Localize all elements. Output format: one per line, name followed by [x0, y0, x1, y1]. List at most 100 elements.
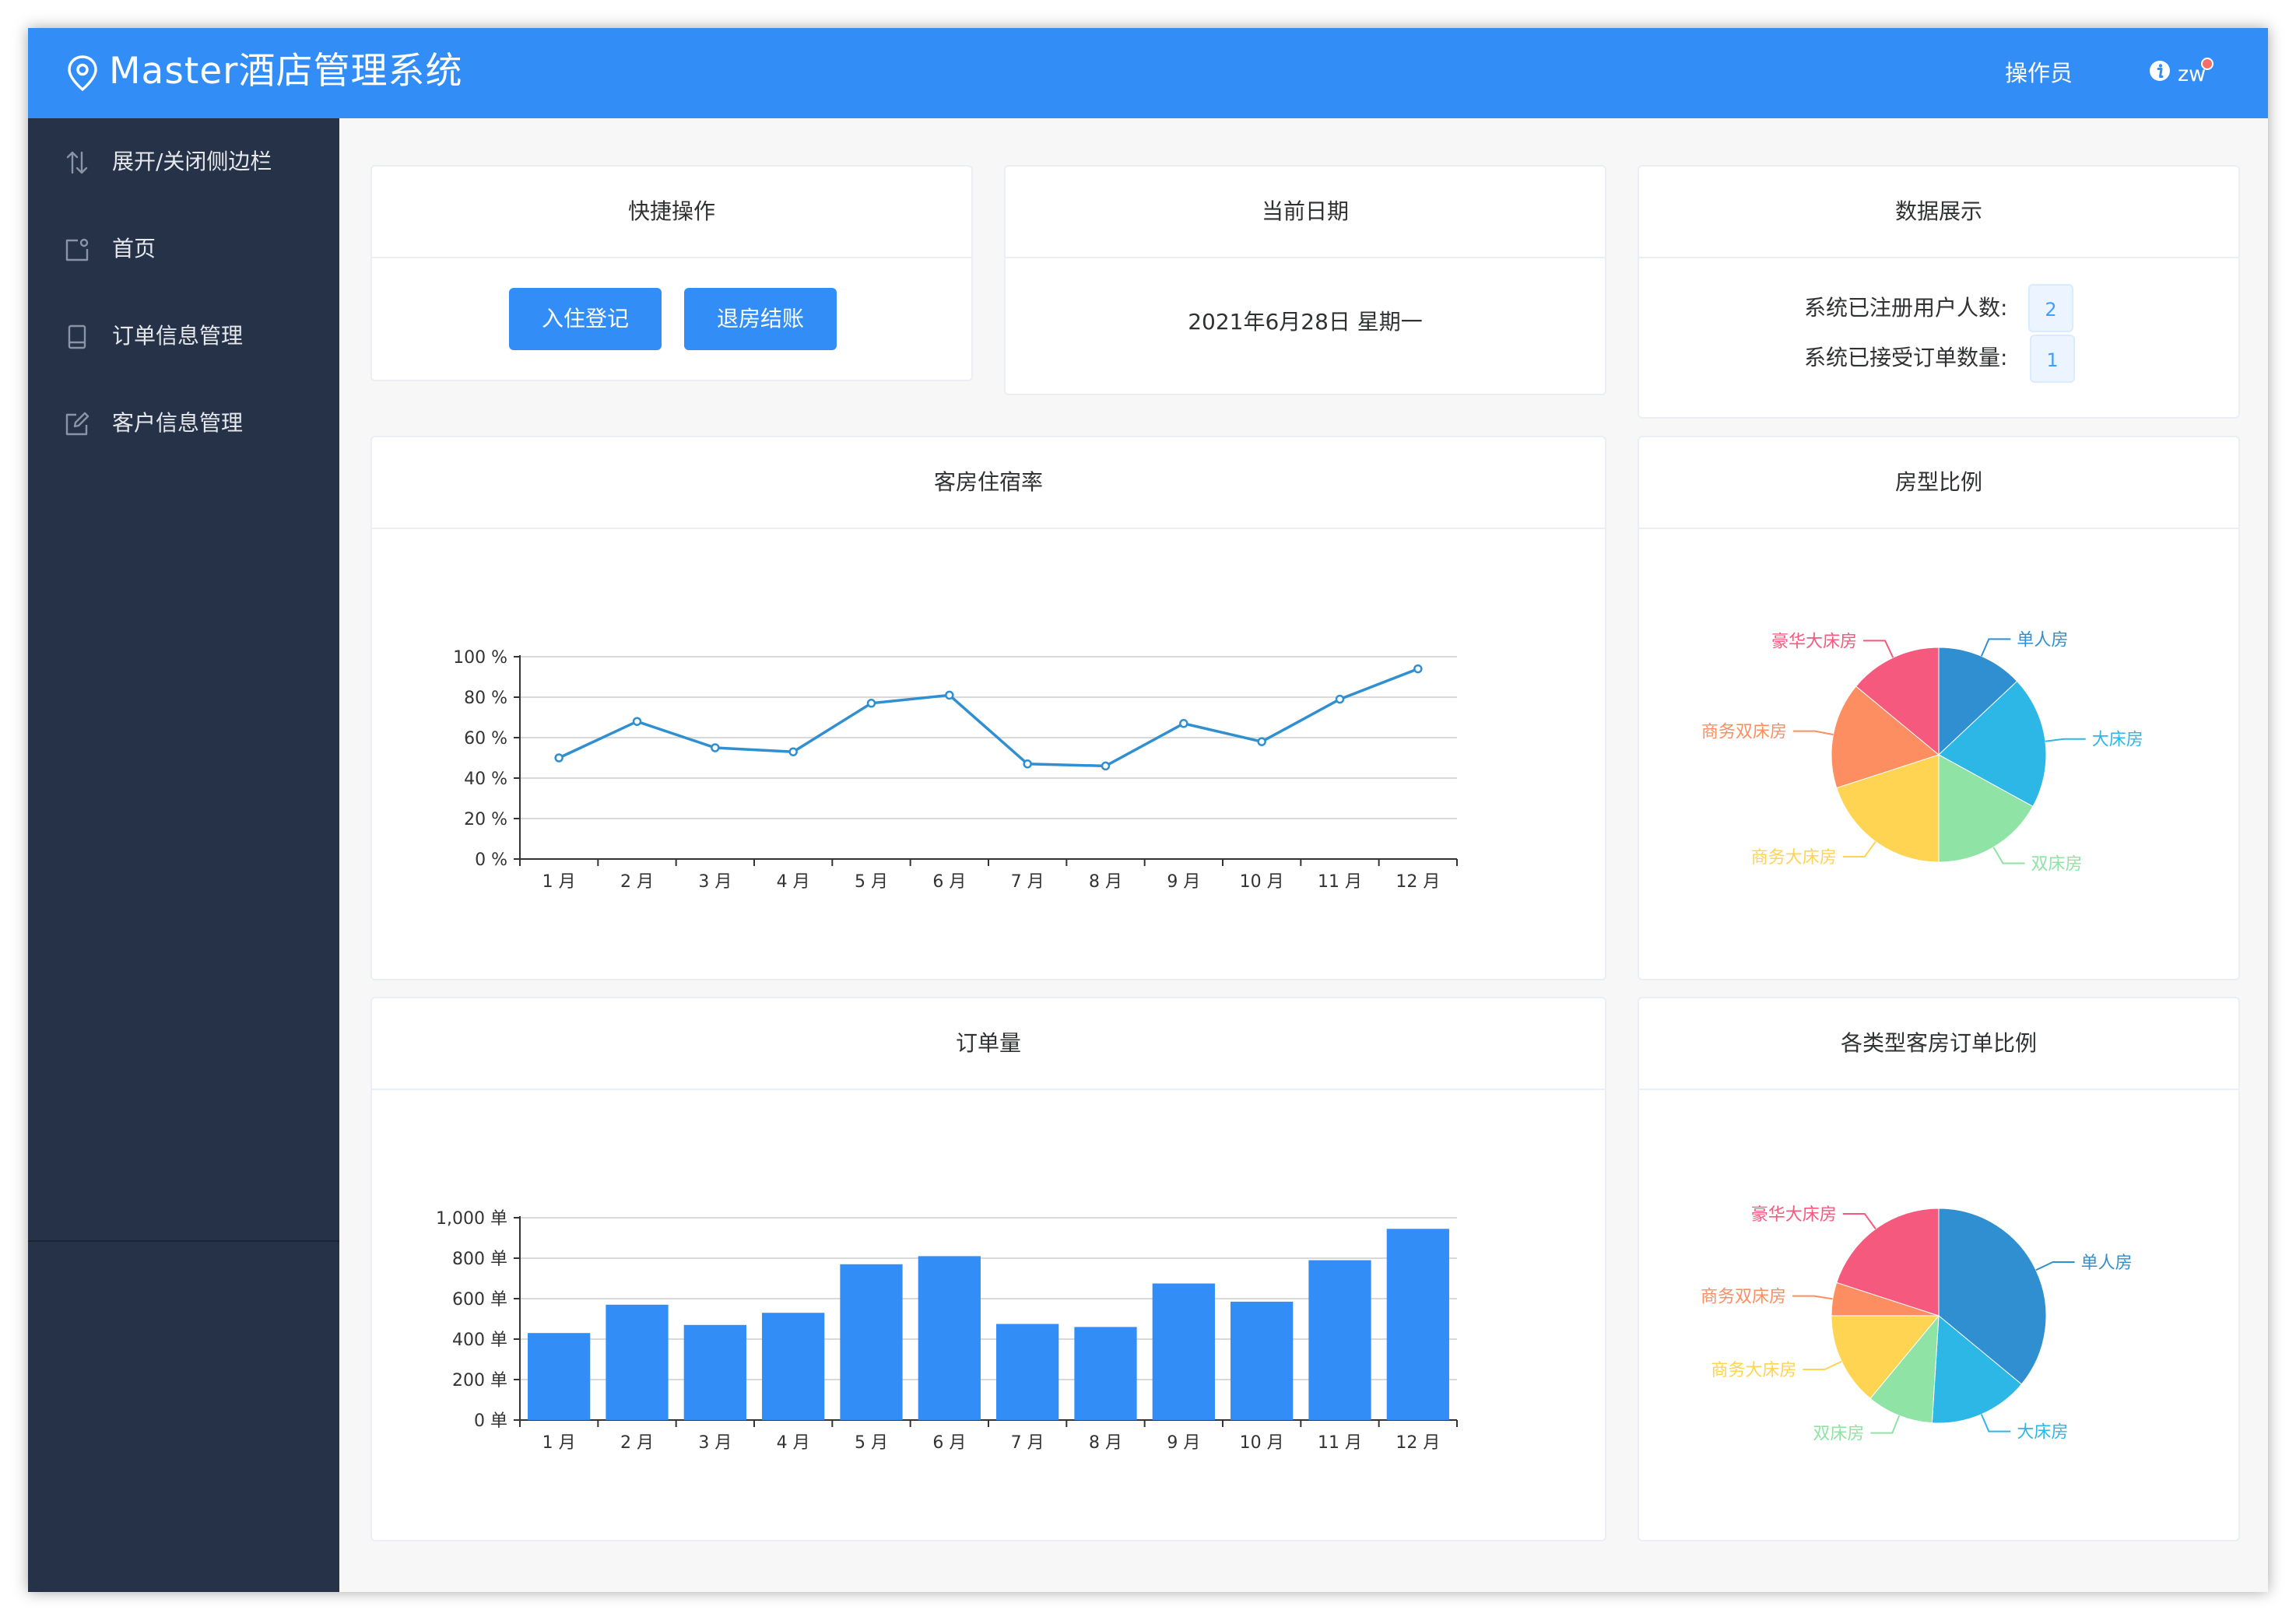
pie-label: 豪华大床房 — [1751, 1205, 1837, 1225]
pie-label-line — [1980, 638, 2011, 657]
x-tick-label: 9 月 — [1167, 872, 1200, 892]
pie-label: 单人房 — [2017, 630, 2068, 650]
y-tick-label: 60 % — [464, 729, 507, 749]
y-tick-label: 0 % — [475, 850, 507, 870]
sidebar-item-home[interactable]: 首页 — [28, 205, 339, 293]
sidebar-item-label: 首页 — [112, 236, 156, 261]
x-tick-label: 2 月 — [620, 872, 654, 892]
sidebar-item-label: 订单信息管理 — [112, 323, 244, 349]
orders-by-room-pie-chart: 单人房大床房 双床房 商务大床房 商务双床房 豪华大床房 — [1701, 1205, 2133, 1444]
card-title: 房型比例 — [1639, 437, 2238, 529]
sidebar-item-orders[interactable]: 订单信息管理 — [28, 293, 339, 380]
info-icon[interactable] — [2148, 59, 2171, 82]
room-type-pie-chart: 单人房大床房双床房 商务大床房 商务双床房 豪华大床房 — [1701, 630, 2143, 874]
pie-label: 大床房 — [2092, 731, 2143, 750]
pie-label-line — [1842, 1212, 1876, 1229]
pie-label: 豪华大床房 — [1771, 632, 1857, 651]
occupancy-line-chart: 0 % 20 % 40 % 60 % 80 % 100 % 1 月 2 月 3 月 4 月 5 月 6… — [453, 648, 1458, 892]
pie-label-line — [1792, 730, 1834, 736]
sidebar-item-label: 客户信息管理 — [112, 410, 244, 436]
x-tick-label: 4 月 — [777, 1433, 810, 1453]
x-tick-label: 8 月 — [1089, 1433, 1122, 1453]
pie-label-line — [2035, 1261, 2075, 1271]
x-tick-label: 5 月 — [855, 1433, 888, 1453]
orders-by-room-pie-card: 各类型客房订单比例 单人房 大床房 双床房 商务大床房 商务双床房 豪华大床房 — [1638, 997, 2240, 1541]
bar — [1231, 1301, 1294, 1420]
home-page-icon — [65, 238, 89, 261]
pie-label-line — [1803, 1360, 1842, 1370]
checkout-button[interactable]: 退房结账 — [684, 288, 837, 350]
data-point — [788, 747, 798, 756]
y-tick-label: 20 % — [464, 810, 507, 829]
y-tick-label: 100 % — [453, 648, 507, 668]
registered-users-label: 系统已注册用户人数: — [1804, 295, 2008, 321]
card-title: 快捷操作 — [372, 167, 971, 258]
sidebar-item-toggle[interactable]: 展开/关闭侧边栏 — [28, 118, 339, 205]
top-navbar: Master酒店管理系统 操作员 zw — [28, 28, 2268, 118]
data-point — [632, 717, 642, 726]
sidebar-item-label: 展开/关闭侧边栏 — [112, 149, 272, 174]
bar — [683, 1324, 746, 1420]
bar — [528, 1333, 591, 1420]
bar — [1152, 1283, 1215, 1420]
data-point — [554, 753, 563, 763]
data-point — [1179, 719, 1188, 728]
card-title: 客房住宿率 — [372, 437, 1605, 529]
sidebar-item-customers[interactable]: 客户信息管理 — [28, 380, 339, 467]
x-tick-label: 8 月 — [1089, 872, 1122, 892]
pie-label: 商务大床房 — [1751, 848, 1837, 868]
bar — [918, 1256, 981, 1420]
pie-label-line — [1842, 841, 1876, 858]
y-tick-label: 200 单 — [452, 1371, 507, 1390]
app-window: Master酒店管理系统 操作员 zw 展开/关闭侧边栏 首页 订单信息管理 客… — [28, 28, 2268, 1592]
series-line — [558, 667, 1419, 768]
x-tick-label: 1 月 — [542, 1433, 576, 1453]
x-tick-label: 7 月 — [1011, 1433, 1044, 1453]
bar — [840, 1264, 903, 1420]
data-point — [711, 743, 720, 752]
y-tick-label: 400 单 — [452, 1331, 507, 1350]
y-tick-label: 40 % — [464, 770, 507, 789]
x-tick-label: 10 月 — [1240, 1433, 1284, 1453]
pie-label: 大床房 — [2017, 1423, 2068, 1443]
bar — [1074, 1327, 1137, 1420]
pie-label-line — [2045, 738, 2086, 742]
pie-label-line — [1870, 1415, 1901, 1434]
pie-label-line — [1792, 1295, 1833, 1300]
bar — [762, 1313, 825, 1420]
x-tick-label: 12 月 — [1396, 1433, 1440, 1453]
accepted-orders-count: 1 — [2030, 335, 2075, 383]
data-point — [1101, 761, 1111, 771]
data-point — [1335, 694, 1345, 704]
accepted-orders-label: 系统已接受订单数量: — [1804, 345, 2008, 370]
sidebar-menu: 展开/关闭侧边栏 首页 订单信息管理 客户信息管理 — [28, 118, 339, 1242]
x-tick-label: 3 月 — [698, 872, 732, 892]
checkin-button[interactable]: 入住登记 — [509, 288, 662, 350]
x-tick-label: 11 月 — [1318, 872, 1362, 892]
operator-link[interactable]: 操作员 — [2005, 58, 2073, 89]
sort-arrows-icon — [66, 151, 88, 174]
registered-users-count: 2 — [2028, 284, 2073, 332]
sidebar: 展开/关闭侧边栏 首页 订单信息管理 客户信息管理 — [28, 118, 339, 1592]
pie-label: 商务大床房 — [1711, 1361, 1796, 1380]
x-tick-label: 6 月 — [932, 1433, 966, 1453]
notification-dot — [2201, 58, 2213, 70]
card-title: 数据展示 — [1639, 167, 2238, 258]
pie-label: 双床房 — [2031, 854, 2082, 874]
y-tick-label: 0 单 — [474, 1411, 507, 1431]
y-tick-label: 800 单 — [452, 1250, 507, 1269]
stats-card: 数据展示 系统已注册用户人数: 2 系统已接受订单数量: 1 — [1638, 165, 2240, 419]
x-tick-label: 7 月 — [1011, 872, 1044, 892]
bar — [606, 1304, 669, 1420]
data-point — [866, 699, 876, 708]
bar — [1308, 1260, 1371, 1420]
x-tick-label: 4 月 — [777, 872, 810, 892]
pie-label-line — [1992, 847, 2025, 864]
location-pin-icon — [68, 55, 97, 92]
app-title: Master酒店管理系统 — [109, 50, 463, 93]
x-tick-label: 2 月 — [620, 1433, 654, 1453]
pie-label-line — [1863, 640, 1894, 658]
orders-bar-chart: 0 单 200 单 400 单 600 单 800 单 1,000 单 1 月 2 月 3 月 4… — [436, 1209, 1458, 1453]
x-tick-label: 1 月 — [542, 872, 576, 892]
data-point — [1257, 737, 1266, 746]
